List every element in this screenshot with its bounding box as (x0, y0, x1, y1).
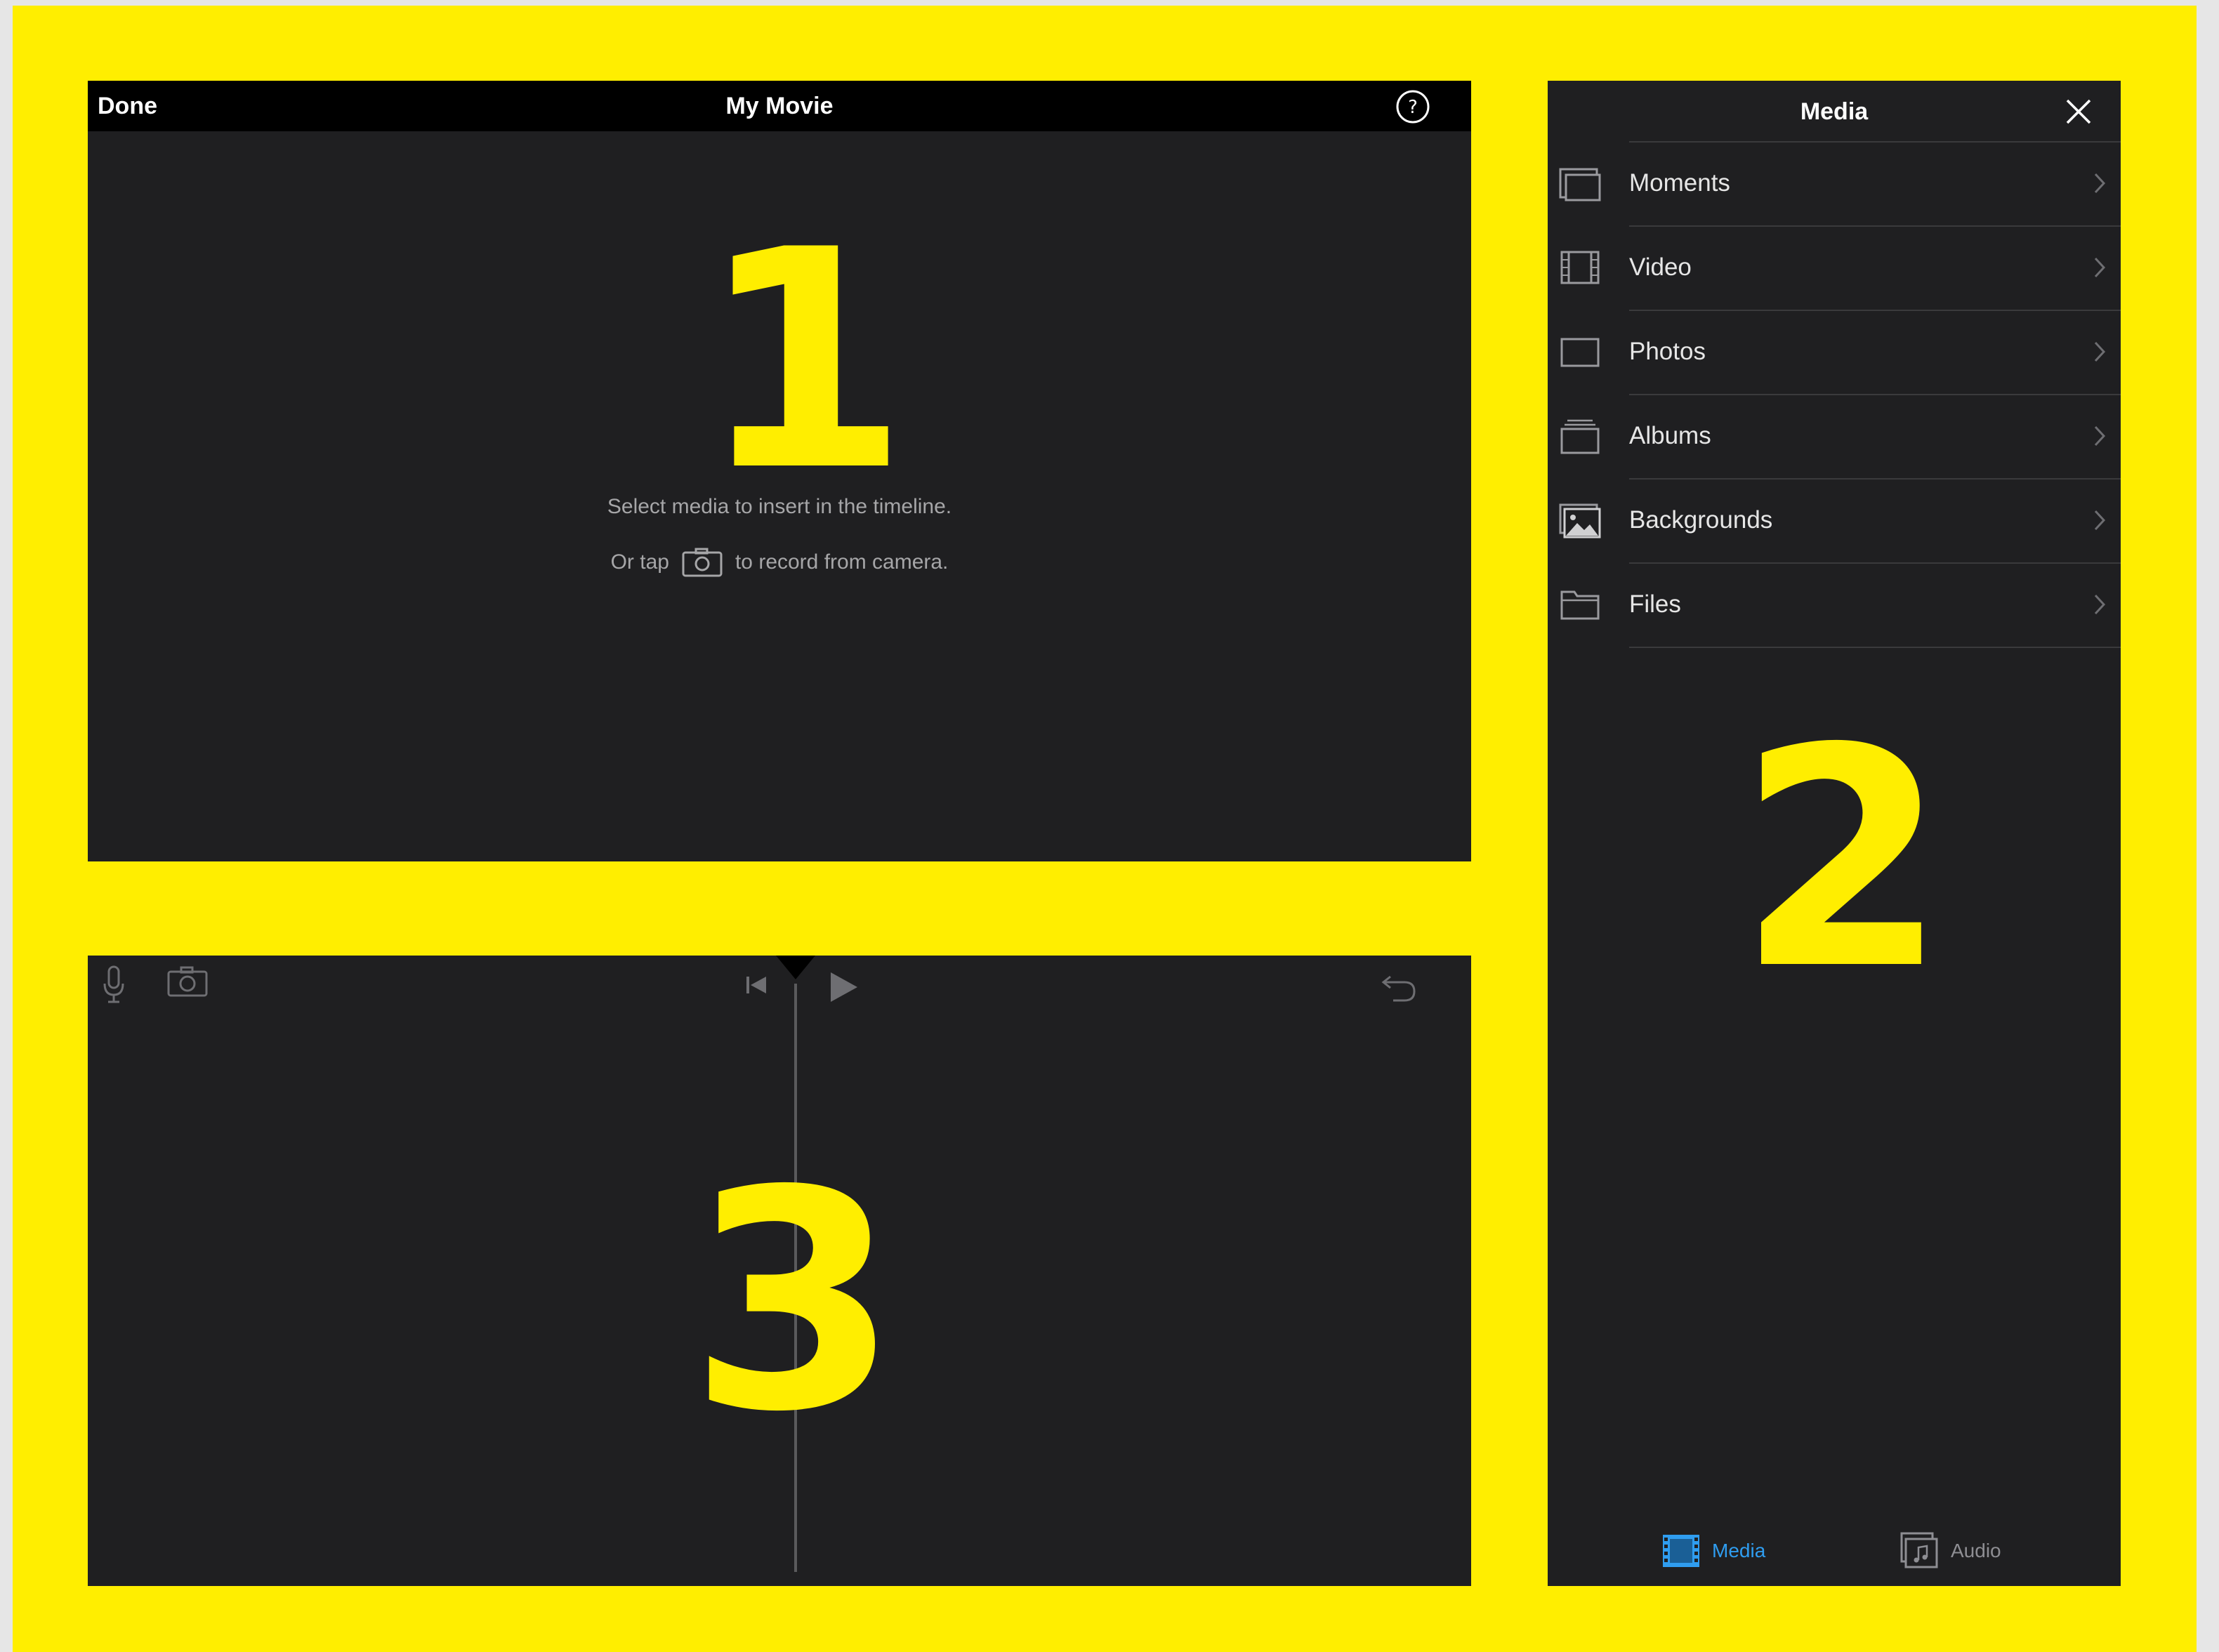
tab-media-label: Media (1712, 1540, 1766, 1561)
project-title: My Movie (725, 93, 834, 119)
media-item-moments[interactable]: Moments (1548, 141, 2121, 225)
media-item-label: Video (1629, 253, 1692, 281)
viewer-camera-hint: Or tap to record from camera. (88, 548, 1471, 577)
viewer-top-bar: Done My Movie ? (88, 81, 1471, 131)
media-item-label: Photos (1629, 338, 1706, 365)
media-tab-bar: Media Audio (1548, 1509, 2121, 1586)
media-header: Media (1548, 81, 2121, 143)
chevron-right-icon (2094, 173, 2106, 194)
svg-text:?: ? (1408, 97, 1418, 118)
separator (1629, 647, 2121, 648)
film-strip-icon (1663, 1535, 1699, 1567)
media-item-label: Backgrounds (1629, 506, 1773, 534)
media-item-files[interactable]: Files (1548, 562, 2121, 647)
music-note-icon (1900, 1532, 1938, 1568)
photo-frame-icon (1560, 338, 1600, 367)
play-icon[interactable] (827, 970, 860, 1005)
media-item-label: Files (1629, 590, 1681, 618)
overlay-number-2: 2 (1737, 685, 1948, 1036)
chevron-right-icon (2094, 594, 2106, 615)
landscape-image-icon (1559, 503, 1601, 538)
hint-suffix: to record from camera. (735, 550, 949, 574)
albums-icon (1560, 419, 1600, 454)
skip-to-start-icon[interactable] (742, 971, 770, 999)
media-item-albums[interactable]: Albums (1548, 394, 2121, 478)
folder-icon (1560, 590, 1600, 620)
camera-icon (682, 548, 723, 577)
question-circle-icon[interactable]: ? (1395, 89, 1430, 124)
media-item-backgrounds[interactable]: Backgrounds (1548, 478, 2121, 562)
hint-prefix: Or tap (610, 550, 669, 574)
media-title: Media (1800, 98, 1869, 125)
tab-audio[interactable]: Audio (1899, 1530, 2001, 1572)
chevron-right-icon (2094, 510, 2106, 531)
chevron-right-icon (2094, 425, 2106, 447)
playhead-marker[interactable] (776, 956, 815, 981)
overlay-number-1: 1 (699, 186, 909, 537)
media-item-photos[interactable]: Photos (1548, 310, 2121, 394)
close-x-icon[interactable] (2062, 95, 2095, 128)
undo-icon[interactable] (1381, 968, 1418, 1003)
tab-media[interactable]: Media (1660, 1530, 1765, 1572)
chevron-right-icon (2094, 257, 2106, 278)
overlay-number-3: 3 (689, 1127, 900, 1478)
media-item-video[interactable]: Video (1548, 225, 2121, 310)
camera-icon[interactable] (167, 965, 208, 998)
microphone-icon[interactable] (102, 965, 126, 1005)
film-icon (1560, 251, 1600, 284)
tab-audio-label: Audio (1951, 1540, 2001, 1561)
media-item-label: Moments (1629, 169, 1730, 197)
moments-icon (1559, 168, 1601, 201)
chevron-right-icon (2094, 341, 2106, 362)
media-item-label: Albums (1629, 422, 1711, 449)
